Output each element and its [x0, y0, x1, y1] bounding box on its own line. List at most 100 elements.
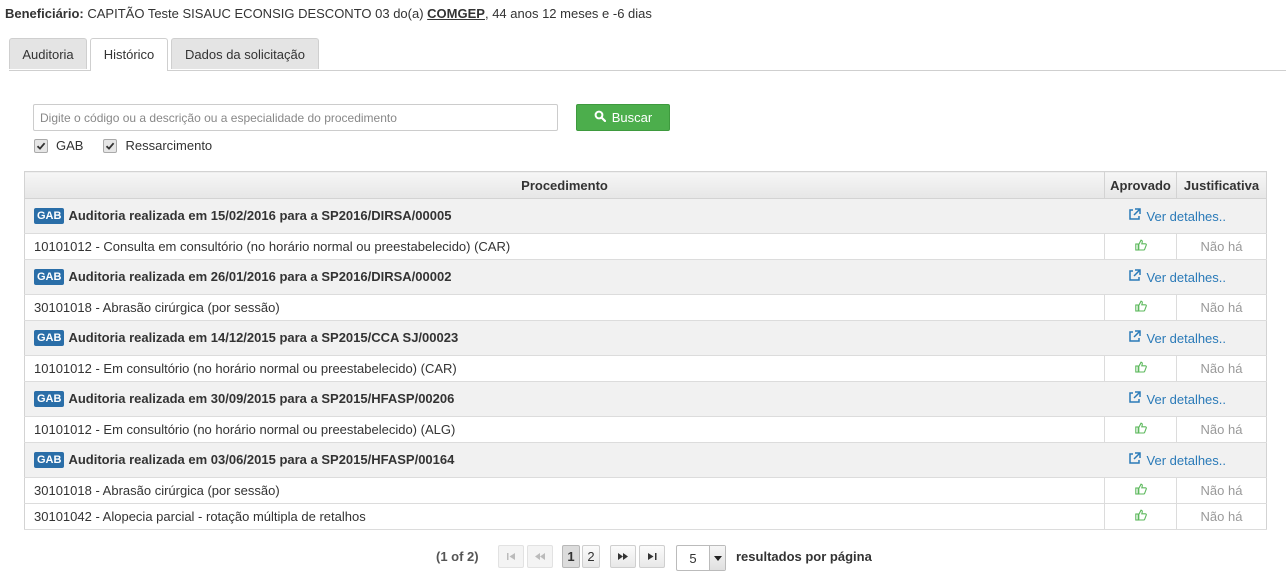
ressarcimento-checkbox[interactable]: [103, 138, 118, 153]
audit-group-actions: Ver detalhes..: [1104, 320, 1267, 356]
column-header-aprovado: Aprovado: [1104, 171, 1177, 199]
approved-cell: [1104, 416, 1177, 443]
audit-group-row: GAB Auditoria realizada em 30/09/2015 par…: [23, 381, 1267, 417]
thumbs-up-icon: [1134, 361, 1147, 376]
external-link-icon: [1128, 269, 1141, 285]
tab-dados-solicitacao[interactable]: Dados da solicitação: [171, 38, 319, 69]
justification-cell: Não há: [1176, 503, 1267, 530]
last-page-button[interactable]: [639, 545, 665, 568]
audit-group-title: Auditoria realizada em 30/09/2015 para a…: [68, 391, 455, 406]
procedure-row: 30101018 - Abrasão cirúrgica (por sessão…: [23, 477, 1267, 504]
justification-cell: Não há: [1176, 416, 1267, 443]
thumbs-up-icon: [1134, 300, 1147, 315]
per-page-value: 5: [689, 550, 697, 566]
approved-cell: [1104, 294, 1177, 321]
external-link-icon: [1128, 391, 1141, 407]
gab-badge: GAB: [34, 269, 65, 285]
view-details-label: Ver detalhes..: [1146, 208, 1227, 224]
tab-auditoria[interactable]: Auditoria: [9, 38, 87, 69]
procedure-row: 10101012 - Consulta em consultório (no h…: [23, 233, 1267, 260]
gab-badge: GAB: [34, 391, 65, 407]
page-2-button[interactable]: 2: [582, 545, 600, 568]
procedure-description: 30101018 - Abrasão cirúrgica (por sessão…: [23, 477, 1105, 504]
justification-value: Não há: [1200, 422, 1243, 437]
audit-group-cell: GAB Auditoria realizada em 30/09/2015 par…: [23, 381, 1105, 417]
search-icon: [594, 110, 606, 125]
approved-cell: [1104, 233, 1177, 260]
justification-value: Não há: [1200, 300, 1243, 315]
procedure-description: 10101012 - Em consultório (no horário no…: [23, 355, 1105, 382]
audit-group-actions: Ver detalhes..: [1104, 198, 1267, 234]
next-page-icon: [618, 553, 628, 560]
audit-group-cell: GAB Auditoria realizada em 14/12/2015 par…: [23, 320, 1105, 356]
justification-value: Não há: [1200, 239, 1243, 254]
audit-group-row: GAB Auditoria realizada em 14/12/2015 par…: [23, 320, 1267, 356]
view-details-label: Ver detalhes..: [1146, 452, 1227, 468]
view-details-label: Ver detalhes..: [1146, 330, 1227, 346]
view-details-label: Ver detalhes..: [1146, 269, 1227, 285]
first-page-button[interactable]: [498, 545, 524, 568]
approved-cell: [1104, 477, 1177, 504]
paginator: (1 of 2) 1 2 5 resultados por página: [0, 543, 1286, 571]
beneficiary-age: , 44 anos 12 meses e -6 dias: [484, 6, 652, 21]
thumbs-up-icon: [1134, 422, 1147, 437]
next-page-button[interactable]: [610, 545, 636, 568]
gab-checkbox-label: GAB: [56, 138, 84, 153]
procedure-row: 10101012 - Em consultório (no horário no…: [23, 355, 1267, 382]
per-page-select[interactable]: 5: [676, 545, 726, 571]
thumbs-up-icon: [1134, 239, 1147, 254]
justification-cell: Não há: [1176, 477, 1267, 504]
justification-value: Não há: [1200, 483, 1243, 498]
view-details-link[interactable]: Ver detalhes..: [1128, 269, 1227, 285]
beneficiary-name: CAPITÃO Teste SISAUC ECONSIG DESCONTO 03…: [87, 6, 424, 21]
external-link-icon: [1128, 208, 1141, 224]
prev-page-button[interactable]: [527, 545, 553, 568]
audit-group-actions: Ver detalhes..: [1104, 442, 1267, 478]
audit-group-row: GAB Auditoria realizada em 15/02/2016 par…: [23, 198, 1267, 234]
page-1-button[interactable]: 1: [562, 545, 580, 568]
per-page-label: resultados por página: [736, 549, 872, 564]
justification-value: Não há: [1200, 509, 1243, 524]
beneficiary-header: Beneficiário: CAPITÃO Teste SISAUC ECONS…: [5, 6, 652, 21]
first-page-icon: [506, 553, 515, 560]
filter-checkboxes: GAB Ressarcimento: [34, 138, 232, 153]
gab-badge: GAB: [34, 330, 65, 346]
gab-checkbox[interactable]: [34, 138, 48, 153]
beneficiary-label: Beneficiário:: [5, 6, 84, 21]
view-details-link[interactable]: Ver detalhes..: [1128, 391, 1227, 407]
gab-badge: GAB: [34, 208, 65, 224]
search-button-label: Buscar: [611, 110, 653, 125]
external-link-icon: [1128, 330, 1141, 346]
approved-cell: [1104, 355, 1177, 382]
audit-group-title: Auditoria realizada em 26/01/2016 para a…: [68, 269, 452, 284]
beneficiary-org: COMGEP: [427, 6, 485, 21]
procedure-description: 10101012 - Consulta em consultório (no h…: [23, 233, 1105, 260]
last-page-icon: [647, 553, 656, 560]
chevron-down-icon: [709, 546, 725, 570]
tab-bar: Auditoria Histórico Dados da solicitação: [9, 38, 1286, 71]
procedure-description: 10101012 - Em consultório (no horário no…: [23, 416, 1105, 443]
ressarcimento-checkbox-label: Ressarcimento: [125, 138, 213, 153]
justification-cell: Não há: [1176, 294, 1267, 321]
thumbs-up-icon: [1134, 483, 1147, 498]
page-count: (1 of 2): [436, 549, 479, 564]
view-details-link[interactable]: Ver detalhes..: [1128, 208, 1227, 224]
view-details-label: Ver detalhes..: [1146, 391, 1227, 407]
search-input[interactable]: [33, 104, 558, 131]
audit-group-cell: GAB Auditoria realizada em 15/02/2016 par…: [23, 198, 1105, 234]
tab-historico[interactable]: Histórico: [90, 38, 168, 71]
audit-group-title: Auditoria realizada em 14/12/2015 para a…: [68, 330, 459, 345]
gab-badge: GAB: [34, 452, 65, 468]
audit-group-actions: Ver detalhes..: [1104, 259, 1267, 295]
prev-page-icon: [535, 553, 545, 560]
justification-cell: Não há: [1176, 355, 1267, 382]
view-details-link[interactable]: Ver detalhes..: [1128, 330, 1227, 346]
history-table: Procedimento Aprovado Justificativa GAB A…: [23, 171, 1267, 530]
approved-cell: [1104, 503, 1177, 530]
audit-group-cell: GAB Auditoria realizada em 26/01/2016 par…: [23, 259, 1105, 295]
justification-value: Não há: [1200, 361, 1243, 376]
procedure-description: 30101018 - Abrasão cirúrgica (por sessão…: [23, 294, 1105, 321]
view-details-link[interactable]: Ver detalhes..: [1128, 452, 1227, 468]
search-button[interactable]: Buscar: [576, 104, 670, 131]
column-header-procedimento: Procedimento: [23, 171, 1106, 199]
